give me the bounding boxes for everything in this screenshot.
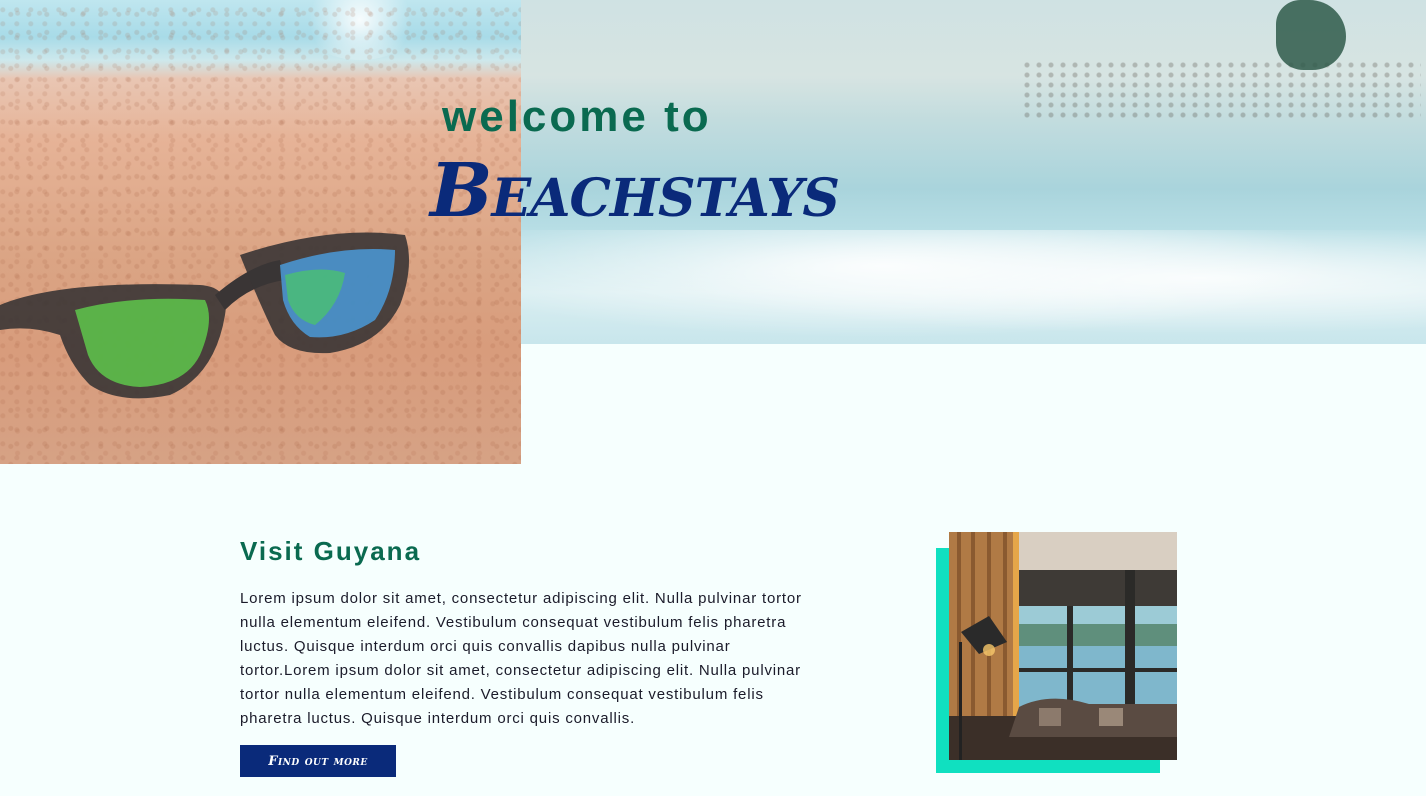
room-illustration [949, 532, 1177, 760]
find-out-more-button[interactable]: Find out more [240, 745, 396, 777]
room-interior-image [949, 532, 1177, 760]
brand-logo-text: Beachstays [430, 148, 840, 234]
seaweed-patch [1276, 0, 1346, 70]
section-title: Visit Guyana [240, 536, 422, 566]
shoreline-debris [1021, 60, 1421, 120]
section-body-text: Lorem ipsum dolor sit amet, consectetur … [240, 590, 802, 727]
wave-foam [521, 230, 1426, 344]
sunglasses-icon [0, 232, 409, 399]
welcome-heading: welcome to [442, 92, 712, 141]
